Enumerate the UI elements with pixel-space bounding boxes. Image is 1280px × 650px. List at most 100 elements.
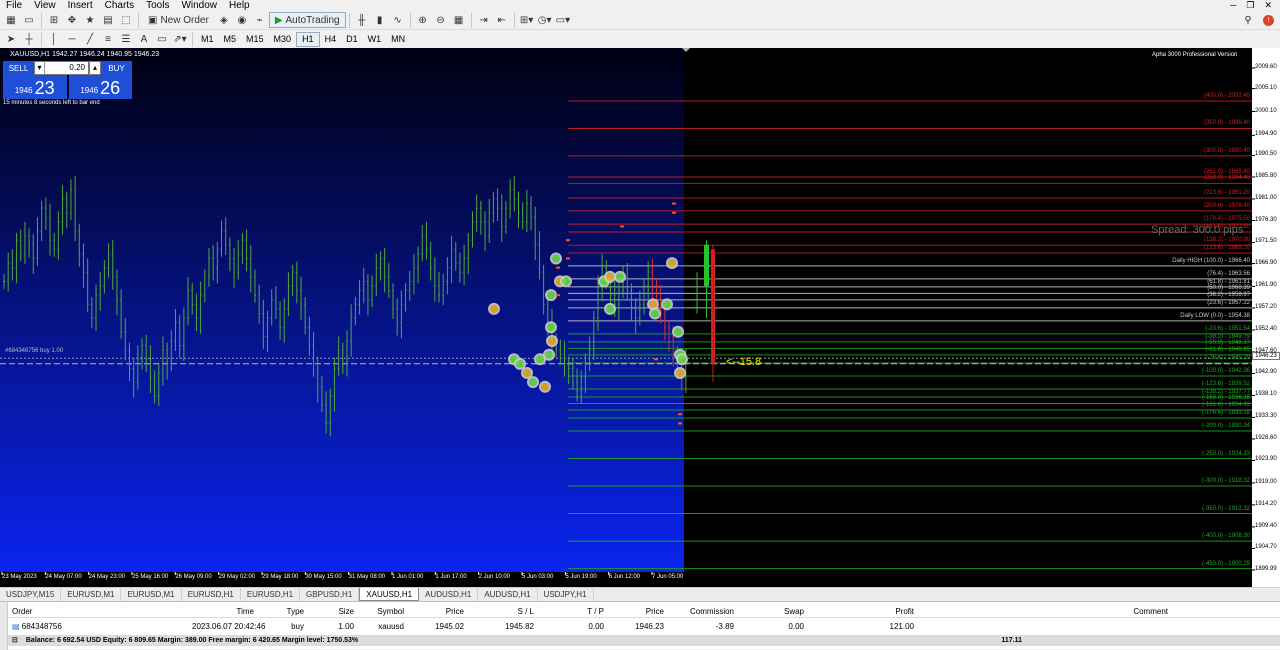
- tab-eurusd-h1[interactable]: EURUSD,H1: [182, 588, 241, 601]
- table-row[interactable]: ▤ 684348756 2023.06.07 20:42:46 buy 1.00 xau…: [8, 620, 1280, 633]
- tab-eurusd-m1[interactable]: EURUSD,M1: [61, 588, 122, 601]
- column-header[interactable]: Commission: [668, 605, 738, 617]
- timeframe-h1[interactable]: H1: [296, 31, 320, 47]
- menu-file[interactable]: File: [0, 0, 28, 11]
- timeframe-w1[interactable]: W1: [363, 32, 387, 47]
- menu-view[interactable]: View: [28, 0, 62, 11]
- metaeditor-icon[interactable]: ◈: [215, 12, 233, 28]
- menu-window[interactable]: Window: [175, 0, 223, 11]
- lot-size-input[interactable]: ▾ 0.20: [34, 61, 89, 75]
- market-watch-icon[interactable]: ⊞: [45, 12, 63, 28]
- tile-windows-icon[interactable]: ▦: [450, 12, 468, 28]
- minimize-icon[interactable]: ─: [1230, 0, 1236, 11]
- restore-icon[interactable]: ❐: [1246, 0, 1254, 11]
- tab-audusd-h1[interactable]: AUDUSD,H1: [419, 588, 479, 601]
- tab-eurusd-h1[interactable]: EURUSD,H1: [241, 588, 301, 601]
- balance-icon: ⊟: [12, 637, 18, 644]
- column-header[interactable]: Size: [308, 605, 358, 617]
- autoscroll-icon[interactable]: ⇥: [475, 12, 493, 28]
- menu-charts[interactable]: Charts: [99, 0, 140, 11]
- menu-insert[interactable]: Insert: [62, 0, 99, 11]
- column-header[interactable]: Comment: [918, 605, 1172, 617]
- timeframe-d1[interactable]: D1: [341, 32, 363, 47]
- auto-trading-button[interactable]: ▶ AutoTrading: [268, 12, 346, 28]
- tab-gbpusd-h1[interactable]: GBPUSD,H1: [300, 588, 360, 601]
- menu-help[interactable]: Help: [223, 0, 256, 11]
- tab-usdjpy-h1[interactable]: USDJPY,H1: [538, 588, 594, 601]
- bar-chart-icon[interactable]: ╫: [353, 12, 371, 28]
- buy-price[interactable]: 1946 26: [68, 75, 132, 99]
- column-header[interactable]: Symbol: [358, 605, 408, 617]
- tester-icon[interactable]: ⬚: [117, 12, 135, 28]
- new-order-label: New Order: [160, 14, 209, 26]
- column-header[interactable]: S / L: [468, 605, 538, 617]
- tab-xauusd-h1[interactable]: XAUUSD,H1: [359, 588, 420, 601]
- timeframe-mn[interactable]: MN: [386, 32, 410, 47]
- timeframe-m15[interactable]: M15: [241, 32, 269, 47]
- sell-button[interactable]: SELL: [3, 61, 34, 75]
- periods-icon[interactable]: ◷▾: [536, 12, 554, 28]
- market-icon[interactable]: ◉: [233, 12, 251, 28]
- signal-marker: [539, 380, 551, 393]
- label-icon[interactable]: ▭: [153, 31, 171, 47]
- search-icon[interactable]: ⚲: [1239, 12, 1257, 28]
- buy-button[interactable]: BUY: [101, 61, 132, 75]
- timeframe-h4[interactable]: H4: [320, 32, 342, 47]
- lot-size-value[interactable]: 0.20: [45, 62, 85, 74]
- y-tick-label: 1919.00: [1255, 478, 1277, 485]
- column-header[interactable]: Price: [408, 605, 468, 617]
- data-window-icon[interactable]: ✥: [63, 12, 81, 28]
- column-header[interactable]: Type: [258, 605, 308, 617]
- fibonacci-icon[interactable]: ☰: [117, 31, 135, 47]
- alert-badge-icon[interactable]: !: [1263, 14, 1274, 26]
- sell-price[interactable]: 1946 23: [3, 75, 67, 99]
- lot-down-icon[interactable]: ▾: [35, 62, 45, 74]
- table-cell: 2023.06.07 20:42:46: [192, 622, 266, 631]
- tab-eurusd-m1[interactable]: EURUSD,M1: [121, 588, 182, 601]
- new-chart-icon[interactable]: ▦: [2, 12, 20, 28]
- column-header[interactable]: Time: [188, 605, 258, 617]
- timeframe-bar: M1 M5 M15 M30 H1 H4 D1 W1 MN: [196, 31, 410, 47]
- indicators-icon[interactable]: ⊞▾: [518, 12, 536, 28]
- trendline-icon[interactable]: ╱: [81, 31, 99, 47]
- text-icon[interactable]: A: [135, 31, 153, 47]
- zoom-out-icon[interactable]: ⊖: [432, 12, 450, 28]
- signals-icon[interactable]: ⌁: [251, 12, 269, 28]
- candlestick-icon[interactable]: ▮: [371, 12, 389, 28]
- timeframe-m5[interactable]: M5: [219, 32, 242, 47]
- lot-up-button[interactable]: ▴: [89, 61, 101, 75]
- close-icon[interactable]: ✕: [1264, 0, 1272, 11]
- zoom-in-icon[interactable]: ⊕: [414, 12, 432, 28]
- channel-icon[interactable]: ≡: [99, 31, 117, 47]
- column-header[interactable]: Order: [8, 605, 188, 617]
- column-header[interactable]: Price: [608, 605, 668, 617]
- terminal-panel: Order Time Type Size Symbol Price S / LT / P Pr…: [0, 601, 1280, 650]
- signal-dash: [620, 225, 624, 228]
- chart-window[interactable]: XAUUSD,H1 1942.27 1946.24 1940.95 1946.2…: [0, 48, 1280, 587]
- x-tick-label: 6 Jun 12:00: [608, 574, 641, 580]
- menu-tools[interactable]: Tools: [140, 0, 175, 11]
- column-header[interactable]: Profit: [808, 605, 918, 617]
- chart-shift-icon[interactable]: ⇤: [493, 12, 511, 28]
- tab-usdjpy-m15[interactable]: USDJPY,M15: [0, 588, 62, 601]
- arrows-icon[interactable]: ⇗▾: [171, 31, 189, 47]
- timeframe-m1[interactable]: M1: [196, 32, 219, 47]
- tab-audusd-h1[interactable]: AUDUSD,H1: [478, 588, 538, 601]
- templates-icon[interactable]: ▭▾: [554, 12, 572, 28]
- lot-up-icon[interactable]: ▴: [90, 62, 100, 74]
- navigator-icon[interactable]: ★: [81, 12, 99, 28]
- line-chart-icon[interactable]: ∿: [389, 12, 407, 28]
- price-chart[interactable]: [0, 48, 1280, 587]
- horizontal-line-icon[interactable]: ─: [63, 31, 81, 47]
- terminal-icon[interactable]: ▤: [99, 12, 117, 28]
- cursor-icon[interactable]: ➤: [2, 31, 20, 47]
- crosshair-icon[interactable]: ┼: [20, 31, 38, 47]
- timeframe-m30[interactable]: M30: [269, 32, 297, 47]
- profiles-icon[interactable]: ▭: [20, 12, 38, 28]
- vertical-line-icon[interactable]: │: [45, 31, 63, 47]
- new-order-button[interactable]: ▣ New Order: [142, 12, 215, 28]
- x-tick-label: 26 May 09:00: [175, 574, 212, 580]
- y-tick-label: 1923.90: [1255, 456, 1277, 463]
- column-header[interactable]: Swap: [738, 605, 808, 617]
- column-header[interactable]: T / P: [538, 605, 608, 617]
